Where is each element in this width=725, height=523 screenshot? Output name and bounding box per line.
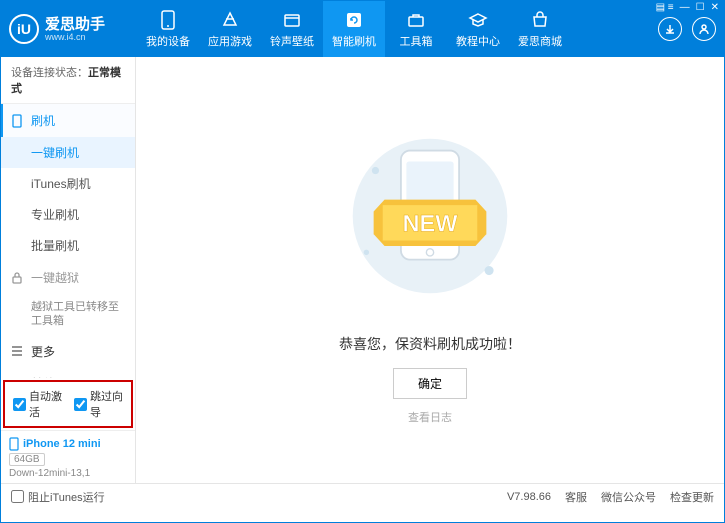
success-illustration: NEW — [330, 116, 530, 316]
apps-icon — [220, 10, 240, 30]
footer: 阻止iTunes运行 V7.98.66 客服 微信公众号 检查更新 — [1, 483, 724, 509]
sidebar-item-oneclick-flash[interactable]: 一键刷机 — [1, 137, 135, 168]
logo: iU 爱思助手 www.i4.cn — [9, 14, 137, 44]
device-info[interactable]: iPhone 12 mini 64GB Down-12mini-13,1 — [1, 430, 135, 483]
options-highlight-box: 自动激活 跳过向导 — [3, 380, 133, 428]
check-update-link[interactable]: 检查更新 — [670, 489, 714, 505]
sidebar-item-other-tools[interactable]: 其他工具 — [1, 368, 135, 378]
phone-icon — [158, 10, 178, 30]
nav-apps[interactable]: 应用游戏 — [199, 1, 261, 57]
nav-label: 智能刷机 — [332, 33, 376, 49]
store-icon — [530, 10, 550, 30]
nav-label: 工具箱 — [400, 33, 433, 49]
nav-tutorials[interactable]: 教程中心 — [447, 1, 509, 57]
app-name: 爱思助手 — [45, 17, 105, 32]
checkbox-input[interactable] — [11, 490, 24, 503]
ok-button[interactable]: 确定 — [393, 368, 467, 399]
group-label: 更多 — [31, 343, 55, 360]
status-label: 设备连接状态： — [11, 67, 88, 79]
nav-label: 铃声壁纸 — [270, 33, 314, 49]
view-log-link[interactable]: 查看日志 — [408, 409, 452, 425]
flash-icon — [11, 114, 25, 128]
checkbox-label: 阻止iTunes运行 — [28, 489, 105, 505]
nav-store[interactable]: 爱思商城 — [509, 1, 571, 57]
refresh-icon — [344, 10, 364, 30]
nav-label: 爱思商城 — [518, 33, 562, 49]
graduation-icon — [468, 10, 488, 30]
nav-label: 我的设备 — [146, 33, 190, 49]
main-content: NEW 恭喜您，保资料刷机成功啦！ 确定 查看日志 — [136, 57, 724, 483]
version-label: V7.98.66 — [507, 491, 551, 503]
nav-label: 教程中心 — [456, 33, 500, 49]
device-name: iPhone 12 mini — [9, 437, 127, 451]
sidebar: 设备连接状态：正常模式 刷机 一键刷机 iTunes刷机 专业刷机 批量刷机 一… — [1, 57, 136, 483]
app-header: iU 爱思助手 www.i4.cn 我的设备 应用游戏 铃声壁纸 智能刷机 工具… — [1, 1, 724, 57]
group-label: 一键越狱 — [31, 269, 79, 286]
storage-badge: 64GB — [9, 453, 45, 466]
checkbox-auto-activate[interactable]: 自动激活 — [13, 388, 62, 420]
checkbox-input[interactable] — [13, 398, 26, 411]
banner-text: NEW — [402, 211, 458, 237]
nav-my-device[interactable]: 我的设备 — [137, 1, 199, 57]
sidebar-item-batch-flash[interactable]: 批量刷机 — [1, 230, 135, 261]
wallet-icon — [282, 10, 302, 30]
logo-icon: iU — [9, 14, 39, 44]
sidebar-item-itunes-flash[interactable]: iTunes刷机 — [1, 168, 135, 199]
minimize-icon[interactable]: — — [680, 2, 690, 13]
app-site: www.i4.cn — [45, 32, 105, 42]
checkbox-skip-guide[interactable]: 跳过向导 — [74, 388, 123, 420]
customer-service-link[interactable]: 客服 — [565, 489, 587, 505]
nav-label: 应用游戏 — [208, 33, 252, 49]
connection-status: 设备连接状态：正常模式 — [1, 57, 135, 104]
main-nav: 我的设备 应用游戏 铃声壁纸 智能刷机 工具箱 教程中心 爱思商城 — [137, 1, 571, 57]
nav-ringtones[interactable]: 铃声壁纸 — [261, 1, 323, 57]
group-label: 刷机 — [31, 112, 55, 129]
sidebar-group-more[interactable]: 更多 — [1, 335, 135, 368]
download-button[interactable] — [658, 17, 682, 41]
user-button[interactable] — [692, 17, 716, 41]
menu-icon — [11, 346, 25, 356]
maximize-icon[interactable]: ☐ — [696, 2, 705, 13]
sidebar-item-pro-flash[interactable]: 专业刷机 — [1, 199, 135, 230]
checkbox-label: 跳过向导 — [90, 388, 123, 420]
checkbox-block-itunes[interactable]: 阻止iTunes运行 — [11, 489, 105, 505]
jailbreak-note: 越狱工具已转移至 工具箱 — [1, 294, 135, 335]
nav-smart-flash[interactable]: 智能刷机 — [323, 1, 385, 57]
close-icon[interactable]: ✕ — [711, 2, 719, 13]
nav-toolbox[interactable]: 工具箱 — [385, 1, 447, 57]
device-firmware: Down-12mini-13,1 — [9, 468, 127, 479]
toolbox-icon — [406, 10, 426, 30]
sidebar-group-flash[interactable]: 刷机 — [1, 104, 135, 137]
sidebar-group-jailbreak[interactable]: 一键越狱 — [1, 261, 135, 294]
lock-icon — [11, 272, 25, 284]
success-message: 恭喜您，保资料刷机成功啦！ — [339, 334, 521, 354]
menu-icon[interactable]: ▤ ≡ — [656, 2, 674, 13]
wechat-link[interactable]: 微信公众号 — [601, 489, 656, 505]
device-icon — [9, 437, 19, 451]
checkbox-input[interactable] — [74, 398, 87, 411]
checkbox-label: 自动激活 — [29, 388, 62, 420]
